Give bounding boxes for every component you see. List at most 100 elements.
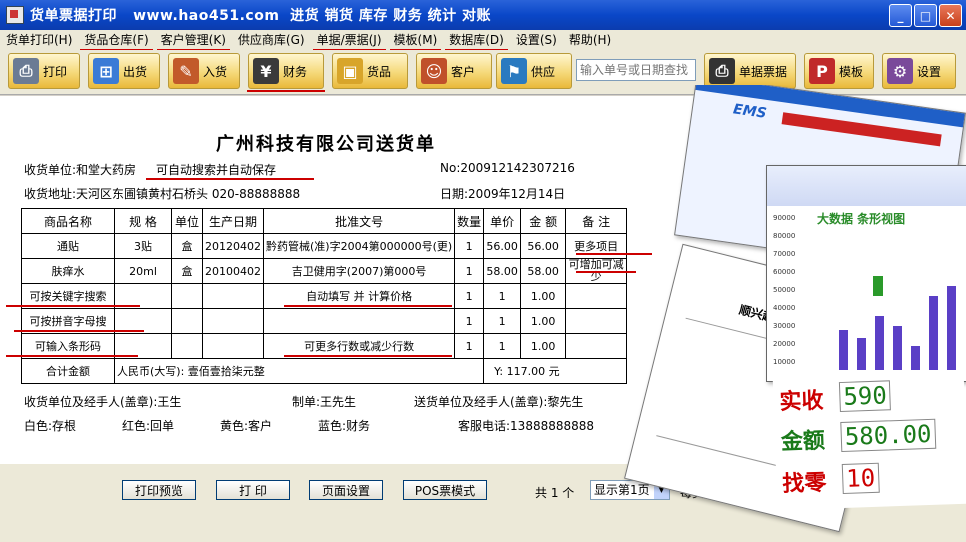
annotation-underline <box>284 355 452 357</box>
service-hotline: 客服电话:13888888888 <box>458 419 595 433</box>
cell[interactable] <box>171 333 203 359</box>
table-row[interactable]: 通贴 3贴 盒 20120402 黔药管械(准)字2004第000000号(更)… <box>21 233 628 259</box>
menu-goods-warehouse[interactable]: 货品仓库(F) <box>78 31 154 51</box>
cell[interactable] <box>565 333 628 359</box>
cell[interactable] <box>171 283 203 309</box>
table-row[interactable]: 肤痒水 20ml 盒 20100402 吉卫健用字(2007)第000号 1 5… <box>21 258 628 284</box>
page-count: 共 1 个 <box>535 486 575 500</box>
copy-blue: 蓝色:财务 <box>318 419 371 433</box>
bill-tool-label: 单据票据 <box>739 64 788 79</box>
cell[interactable]: 20ml <box>114 258 172 284</box>
receiver-signature: 收货单位及经手人(盖章):王生 <box>24 395 182 409</box>
customers-icon: ☺ <box>421 58 447 84</box>
outbound-tool-label: 出货 <box>123 64 148 79</box>
col-amount: 金 额 <box>520 208 567 234</box>
cell[interactable]: 56.00 <box>483 233 522 259</box>
cell[interactable]: 1 <box>483 333 522 359</box>
cell[interactable]: 肤痒水 <box>21 258 115 284</box>
print-button[interactable]: 打 印 <box>216 480 290 500</box>
annotation-underline <box>284 305 452 307</box>
items-table: 商品名称 规 格 单位 生产日期 批准文号 数量 单价 金 额 备 注 通贴 3… <box>21 208 628 384</box>
sender-signature: 送货单位及经手人(盖章):黎先生 <box>414 395 584 409</box>
minimize-button[interactable]: _ <box>889 4 912 27</box>
annotation-underline <box>14 330 144 332</box>
outbound-icon: ⊞ <box>93 58 119 84</box>
cell[interactable]: 1 <box>483 283 522 309</box>
auto-save-note: 可自动搜索并自动保存 <box>156 163 277 177</box>
menu-settings[interactable]: 设置(S) <box>510 31 563 49</box>
goods-tool-button[interactable]: ▣ 货品 <box>332 53 408 89</box>
cell[interactable]: 盒 <box>171 258 203 284</box>
search-input[interactable] <box>576 59 696 81</box>
document-date: 日期:2009年12月14日 <box>440 187 566 201</box>
annotation-underline <box>576 271 636 273</box>
app-icon <box>6 6 24 24</box>
cell[interactable]: 1 <box>454 283 485 309</box>
cell[interactable]: 1 <box>454 233 485 259</box>
cell[interactable]: 3贴 <box>114 233 172 259</box>
receiver-address[interactable]: 收货地址:天河区东圃镇黄村石桥头 020-88888888 <box>24 185 300 202</box>
maximize-button[interactable]: □ <box>914 4 937 27</box>
supply-tool-label: 供应 <box>531 64 556 79</box>
finance-tool-button[interactable]: ¥ 财务 <box>247 53 325 92</box>
cell[interactable]: 20100402 <box>202 258 264 284</box>
menu-print[interactable]: 货单打印(H) <box>0 31 78 49</box>
cell[interactable] <box>202 283 264 309</box>
cell[interactable]: 1.00 <box>520 283 567 309</box>
cell[interactable] <box>202 308 264 334</box>
supply-tool-button[interactable]: ⚑ 供应 <box>496 53 572 89</box>
print-tool-label: 打印 <box>43 64 68 79</box>
print-preview-button[interactable]: 打印预览 <box>122 480 196 500</box>
cell[interactable]: 58.00 <box>483 258 522 284</box>
copy-yellow: 黄色:客户 <box>220 419 273 433</box>
menu-database[interactable]: 数据库(D) <box>443 31 510 51</box>
customer-tool-button[interactable]: ☺ 客户 <box>416 53 492 89</box>
cell[interactable]: 盒 <box>171 233 203 259</box>
cell[interactable]: 吉卫健用字(2007)第000号 <box>262 258 456 284</box>
cell[interactable] <box>262 308 456 334</box>
cell[interactable]: 1 <box>454 308 485 334</box>
finance-tool-label: 财务 <box>283 64 308 79</box>
cell[interactable]: 黔药管械(准)字2004第000000号(更) <box>262 233 456 259</box>
cell[interactable]: 1.00 <box>520 333 567 359</box>
col-spec: 规 格 <box>114 208 172 234</box>
menu-customers[interactable]: 客户管理(K) <box>155 31 232 51</box>
cell[interactable] <box>565 308 628 334</box>
total-amount: Y: 117.00 元 <box>483 358 628 384</box>
page-setup-button[interactable]: 页面设置 <box>309 480 383 500</box>
col-name: 商品名称 <box>21 208 115 234</box>
cell[interactable]: 通贴 <box>21 233 115 259</box>
pos-mode-button[interactable]: POS票模式 <box>403 480 487 500</box>
menu-suppliers[interactable]: 供应商库(G) <box>232 31 311 49</box>
outbound-tool-button[interactable]: ⊞ 出货 <box>88 53 160 89</box>
bill-tool-button[interactable]: ⎙ 单据票据 <box>704 53 796 89</box>
printer-icon: ⎙ <box>13 58 39 84</box>
template-tool-button[interactable]: P 模板 <box>804 53 874 89</box>
cell[interactable] <box>565 283 628 309</box>
annotation-underline <box>6 305 140 307</box>
menu-templates[interactable]: 模板(M) <box>388 31 444 51</box>
cell[interactable]: 56.00 <box>520 233 567 259</box>
menu-help[interactable]: 帮助(H) <box>563 31 617 49</box>
close-button[interactable]: ✕ <box>939 4 962 27</box>
supplier-icon: ⚑ <box>501 58 527 84</box>
cell[interactable] <box>202 333 264 359</box>
menu-bills[interactable]: 单据/票据(J) <box>311 31 388 51</box>
cell[interactable]: 1 <box>483 308 522 334</box>
inbound-tool-button[interactable]: ✎ 入货 <box>168 53 240 89</box>
chevron-down-icon[interactable]: ▼ <box>654 481 669 499</box>
receiver-unit[interactable]: 收货单位:和堂大药房 <box>24 161 136 178</box>
document-paper: 广州科技有限公司送货单 收货单位:和堂大药房 可自动搜索并自动保存 No:200… <box>0 96 966 464</box>
cell[interactable]: 1.00 <box>520 308 567 334</box>
table-header-row: 商品名称 规 格 单位 生产日期 批准文号 数量 单价 金 额 备 注 <box>21 208 628 234</box>
cell[interactable]: 58.00 <box>520 258 567 284</box>
print-tool-button[interactable]: ⎙ 打印 <box>8 53 80 89</box>
cell[interactable]: 1 <box>454 258 485 284</box>
page-select[interactable]: 显示第1页 ▼ <box>590 480 670 500</box>
template-icon: P <box>809 58 835 84</box>
cell[interactable]: 1 <box>454 333 485 359</box>
cell[interactable]: 20120402 <box>202 233 264 259</box>
settings-tool-button[interactable]: ⚙ 设置 <box>882 53 956 89</box>
col-qty: 数量 <box>454 208 485 234</box>
cell[interactable] <box>171 308 203 334</box>
